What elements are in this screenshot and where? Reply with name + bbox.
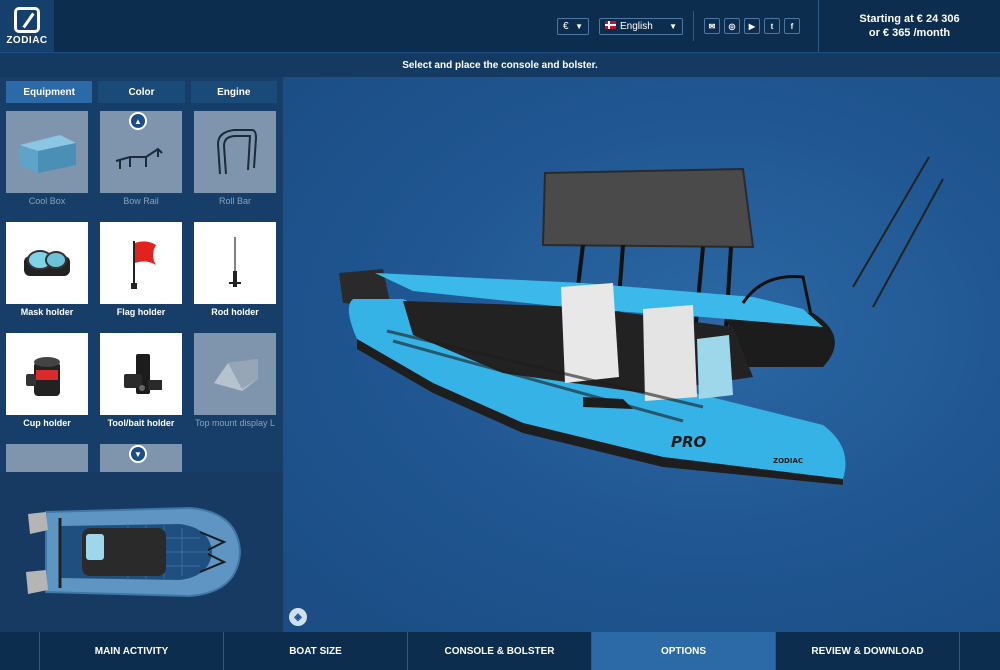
equipment-label: Top mount display L (194, 418, 276, 428)
currency-select[interactable]: € ▼ (557, 17, 589, 35)
tool-bait-holder-icon (124, 354, 162, 394)
cool-box-icon (20, 135, 76, 173)
equipment-item-tool-bait-holder[interactable]: Tool/bait holder (100, 333, 182, 428)
hull-pro-text: PRO (671, 433, 707, 451)
flag-holder-icon (131, 241, 156, 289)
youtube-icon[interactable]: ▶ (744, 18, 760, 34)
top-header: ZODIAC € ▼ English ▼ ✉ ◎ ▶ t f Starting … (0, 0, 1000, 52)
equipment-item-mask-holder[interactable]: Mask holder (6, 222, 88, 317)
step-options[interactable]: OPTIONS (592, 632, 776, 670)
equipment-item-flag-holder[interactable]: Flag holder (100, 222, 182, 317)
boat-layout-minimap[interactable] (0, 472, 283, 632)
boat-top-view-icon (26, 506, 242, 598)
tab-color[interactable]: Color (98, 81, 185, 103)
chevron-down-icon: ▼ (575, 21, 583, 31)
step-console-bolster[interactable]: CONSOLE & BOLSTER (408, 632, 592, 670)
language-select[interactable]: English ▼ (599, 17, 683, 35)
mask-holder-icon (24, 250, 70, 276)
twitter-icon[interactable]: t (764, 18, 780, 34)
step-review-download[interactable]: REVIEW & DOWNLOAD (776, 632, 960, 670)
equipment-label: Bow Rail (123, 196, 159, 206)
tab-engine[interactable]: Engine (190, 81, 277, 103)
header-divider (693, 11, 694, 41)
equipment-label: Cup holder (23, 418, 71, 428)
equipment-label: Cool Box (28, 196, 66, 206)
step-main-activity[interactable]: MAIN ACTIVITY (40, 632, 224, 670)
rotate-view-icon: ◈ (294, 611, 302, 623)
step-navigation: MAIN ACTIVITY BOAT SIZE CONSOLE & BOLSTE… (0, 632, 1000, 670)
language-value: English (620, 20, 653, 32)
instagram-icon[interactable]: ◎ (724, 18, 740, 34)
chevron-down-icon: ▼ (669, 21, 677, 31)
social-links: ✉ ◎ ▶ t f (704, 18, 800, 34)
brand-logo[interactable]: ZODIAC (0, 0, 54, 52)
options-panel: Equipment Color Engine Cool Box Bow Rail… (0, 77, 283, 472)
zodiac-logo-icon (14, 6, 40, 33)
price-summary: Starting at € 24 306 or € 365 /month (818, 0, 1000, 52)
equipment-item-partial[interactable] (6, 444, 88, 472)
view-rotate-button[interactable]: ◈ (289, 608, 307, 626)
boat-3d-viewer[interactable]: PRO ZODIAC ◈ (283, 77, 1000, 632)
cup-holder-icon (26, 357, 60, 396)
equipment-label: Flag holder (116, 307, 166, 317)
equipment-item-cool-box[interactable]: Cool Box (6, 111, 88, 206)
rod-holder-icon (229, 237, 241, 287)
equipment-item-roll-bar[interactable]: Roll Bar (194, 111, 276, 206)
hull-brand-text: ZODIAC (773, 457, 803, 465)
chevron-up-icon: ▲ (134, 116, 142, 126)
bow-rail-icon (115, 147, 163, 169)
price-line-1: Starting at € 24 306 (859, 13, 960, 25)
equipment-item-cup-holder[interactable]: Cup holder (6, 333, 88, 428)
top-mount-display-icon (214, 359, 258, 391)
equipment-label: Roll Bar (218, 196, 251, 206)
equipment-label: Mask holder (20, 307, 74, 317)
uk-flag-icon (605, 20, 616, 29)
tab-equipment[interactable]: Equipment (6, 81, 93, 103)
price-line-2: or € 365 /month (868, 27, 951, 39)
logo-text: ZODIAC (6, 34, 48, 46)
equipment-item-rod-holder[interactable]: Rod holder (194, 222, 276, 317)
equipment-label: Tool/bait holder (107, 418, 175, 428)
scroll-down-button[interactable]: ▼ (129, 445, 147, 463)
facebook-icon[interactable]: f (784, 18, 800, 34)
boat-3d-render: PRO ZODIAC (339, 156, 944, 485)
chevron-down-icon: ▼ (134, 449, 142, 459)
equipment-label: Rod holder (211, 307, 259, 317)
roll-bar-icon (216, 129, 258, 175)
step-boat-size[interactable]: BOAT SIZE (224, 632, 408, 670)
currency-value: € (563, 20, 569, 32)
mail-icon[interactable]: ✉ (704, 18, 720, 34)
options-tabs: Equipment Color Engine (0, 77, 283, 107)
equipment-item-top-mount-display[interactable]: Top mount display L (194, 333, 276, 428)
instruction-bar: Select and place the console and bolster… (0, 53, 1000, 77)
scroll-up-button[interactable]: ▲ (129, 112, 147, 130)
